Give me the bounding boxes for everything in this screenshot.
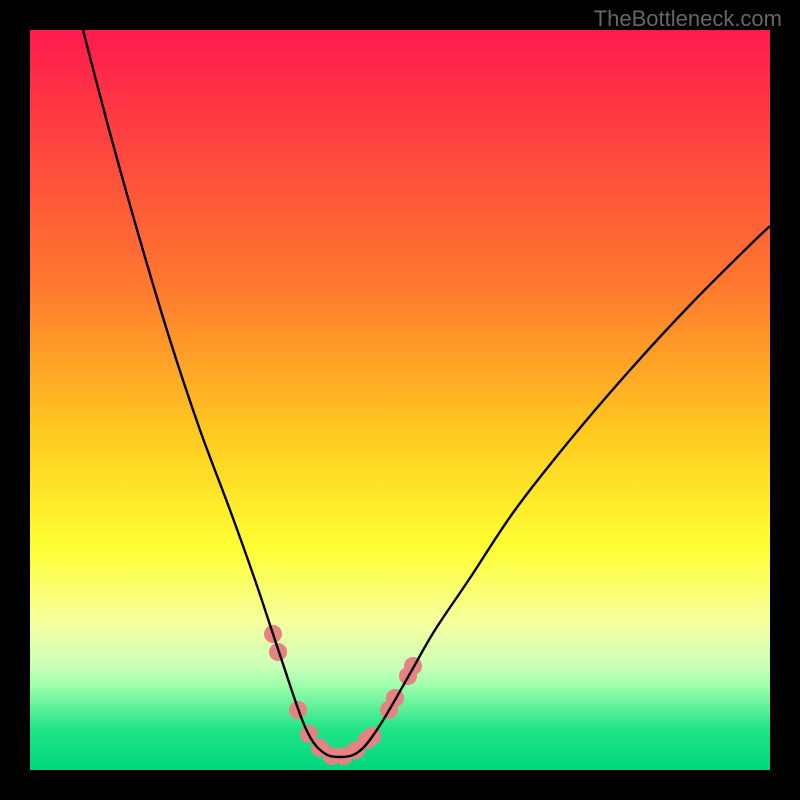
curve-svg — [30, 30, 770, 770]
watermark-text: TheBottleneck.com — [594, 6, 782, 32]
curve-left-arm — [83, 30, 324, 753]
plot-area — [30, 30, 770, 770]
curve-right-arm — [357, 226, 770, 753]
chart-frame: TheBottleneck.com — [0, 0, 800, 800]
